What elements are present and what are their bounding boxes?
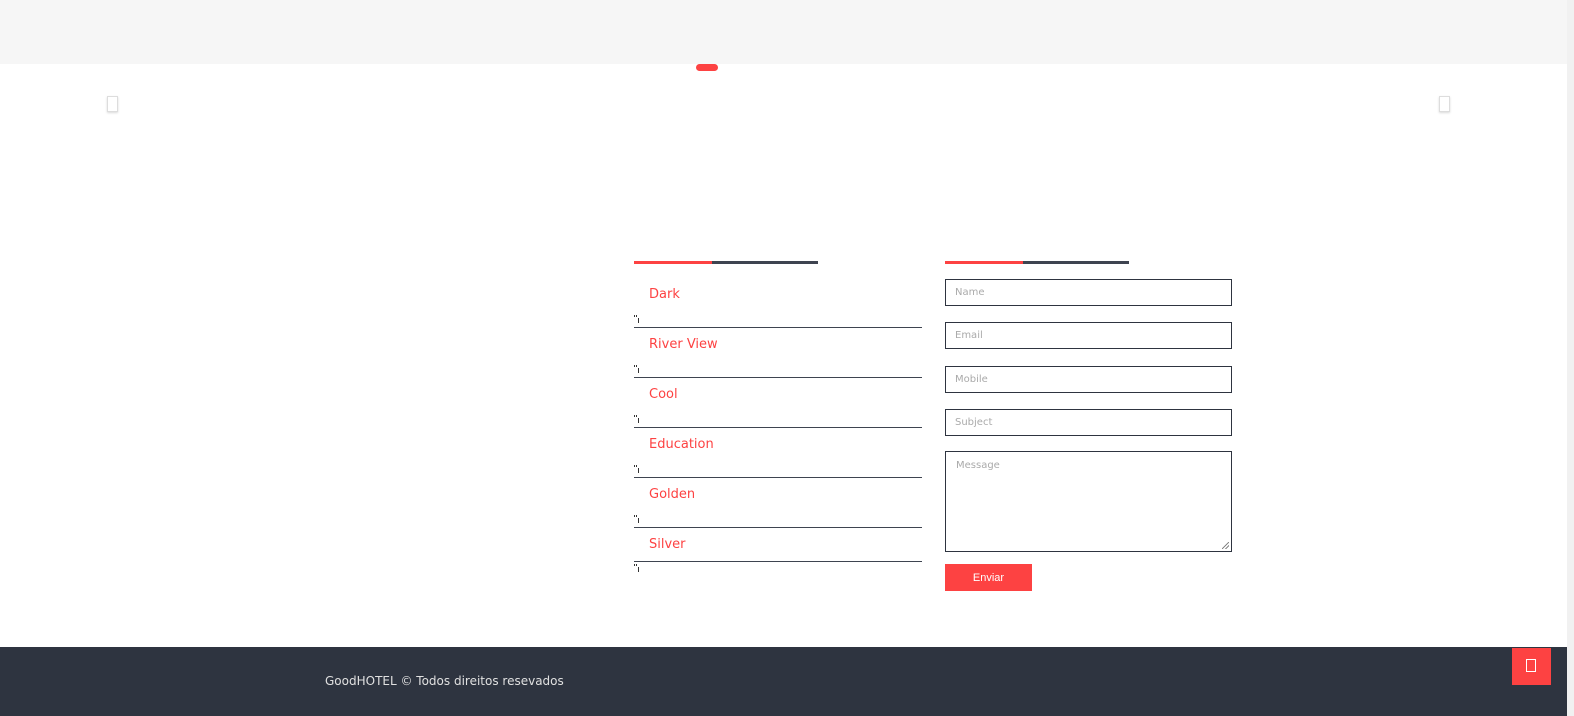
room-list: Dark River View Cool Education Golden Si…	[634, 278, 922, 572]
broken-icon	[634, 465, 640, 474]
room-link[interactable]: Dark	[649, 287, 680, 302]
broken-icon	[634, 415, 640, 424]
mobile-input[interactable]: Mobile	[945, 366, 1232, 393]
broken-icon	[634, 515, 640, 524]
back-to-top-button[interactable]	[1512, 648, 1551, 685]
list-item[interactable]: Golden	[634, 478, 922, 528]
room-link[interactable]: Cool	[649, 387, 678, 402]
list-item[interactable]: Cool	[634, 378, 922, 428]
broken-icon	[634, 365, 640, 374]
message-textarea[interactable]: Message	[945, 451, 1232, 552]
list-item[interactable]: Dark	[634, 278, 922, 328]
subject-placeholder: Subject	[955, 417, 993, 428]
broken-icon	[634, 315, 640, 324]
chevron-right-icon[interactable]	[1439, 96, 1450, 112]
slider-indicator[interactable]	[696, 64, 718, 71]
arrow-up-icon	[1526, 659, 1536, 672]
footer: GoodHOTEL © Todos direitos resevados	[0, 647, 1567, 716]
list-item[interactable]: River View	[634, 328, 922, 378]
subject-input[interactable]: Subject	[945, 409, 1232, 436]
rooms-heading-underline	[634, 261, 818, 264]
chevron-left-icon[interactable]	[107, 96, 118, 112]
page-scrollbar[interactable]	[1567, 0, 1574, 716]
contact-heading-underline	[945, 261, 1129, 264]
room-link[interactable]: River View	[649, 337, 718, 352]
list-item[interactable]: Silver	[634, 528, 922, 572]
email-placeholder: Email	[955, 330, 983, 341]
submit-button[interactable]: Enviar	[945, 564, 1032, 591]
resize-handle-icon[interactable]	[1222, 542, 1229, 549]
room-link[interactable]: Golden	[649, 487, 695, 502]
message-placeholder: Message	[956, 460, 1000, 471]
list-item[interactable]: Education	[634, 428, 922, 478]
mobile-placeholder: Mobile	[955, 374, 988, 385]
copyright-text: GoodHOTEL © Todos direitos resevados	[325, 674, 564, 688]
name-input[interactable]: Name	[945, 279, 1232, 306]
name-placeholder: Name	[955, 287, 985, 298]
broken-icon	[634, 564, 640, 573]
room-link[interactable]: Silver	[649, 537, 686, 552]
top-header	[0, 0, 1567, 64]
email-input[interactable]: Email	[945, 322, 1232, 349]
room-link[interactable]: Education	[649, 437, 714, 452]
